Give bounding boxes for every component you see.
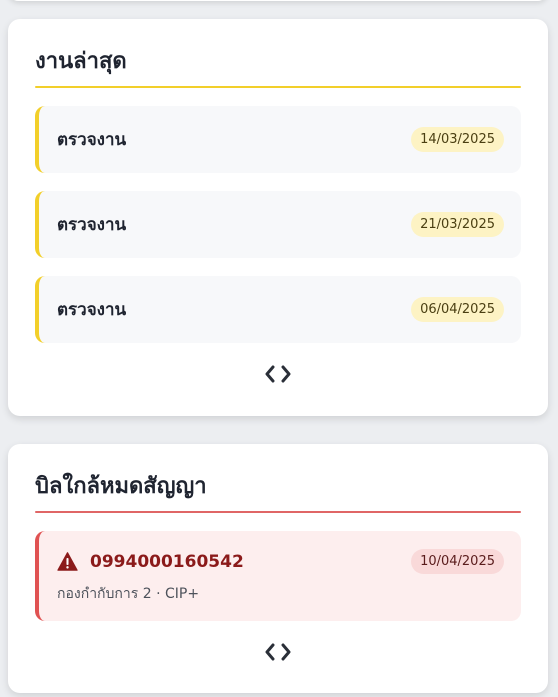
date-badge: 14/03/2025 — [411, 127, 504, 152]
job-title: ตรวจงาน — [57, 300, 127, 320]
date-badge: 06/04/2025 — [411, 297, 504, 322]
chevron-left-icon[interactable] — [264, 365, 276, 383]
bill-item[interactable]: 0994000160542 10/04/2025 กองกำกับการ 2 ·… — [35, 531, 521, 621]
previous-card-edge — [8, 0, 548, 1]
warning-icon — [57, 552, 78, 571]
job-title: ตรวจงาน — [57, 130, 127, 150]
job-item[interactable]: ตรวจงาน 21/03/2025 — [35, 191, 521, 258]
chevron-right-icon[interactable] — [280, 365, 292, 383]
latest-jobs-card: งานล่าสุด ตรวจงาน 14/03/2025 ตรวจงาน 21/… — [8, 19, 548, 416]
job-title: ตรวจงาน — [57, 215, 127, 235]
jobs-pager — [35, 361, 521, 387]
chevron-right-icon[interactable] — [280, 643, 292, 661]
latest-jobs-title: งานล่าสุด — [35, 49, 127, 74]
title-divider — [35, 511, 521, 513]
bill-subtitle: กองกำกับการ 2 · CIP+ — [57, 586, 200, 602]
expiring-bills-card: บิลใกล้หมดสัญญา 0994000160542 10/04/2025… — [8, 444, 548, 693]
chevron-left-icon[interactable] — [264, 643, 276, 661]
bills-pager — [35, 639, 521, 665]
expiring-bills-title: บิลใกล้หมดสัญญา — [35, 474, 207, 499]
date-badge: 21/03/2025 — [411, 212, 504, 237]
job-item[interactable]: ตรวจงาน 14/03/2025 — [35, 106, 521, 173]
bill-number: 0994000160542 — [90, 551, 244, 572]
title-divider — [35, 86, 521, 88]
date-badge: 10/04/2025 — [411, 549, 504, 574]
job-item[interactable]: ตรวจงาน 06/04/2025 — [35, 276, 521, 343]
